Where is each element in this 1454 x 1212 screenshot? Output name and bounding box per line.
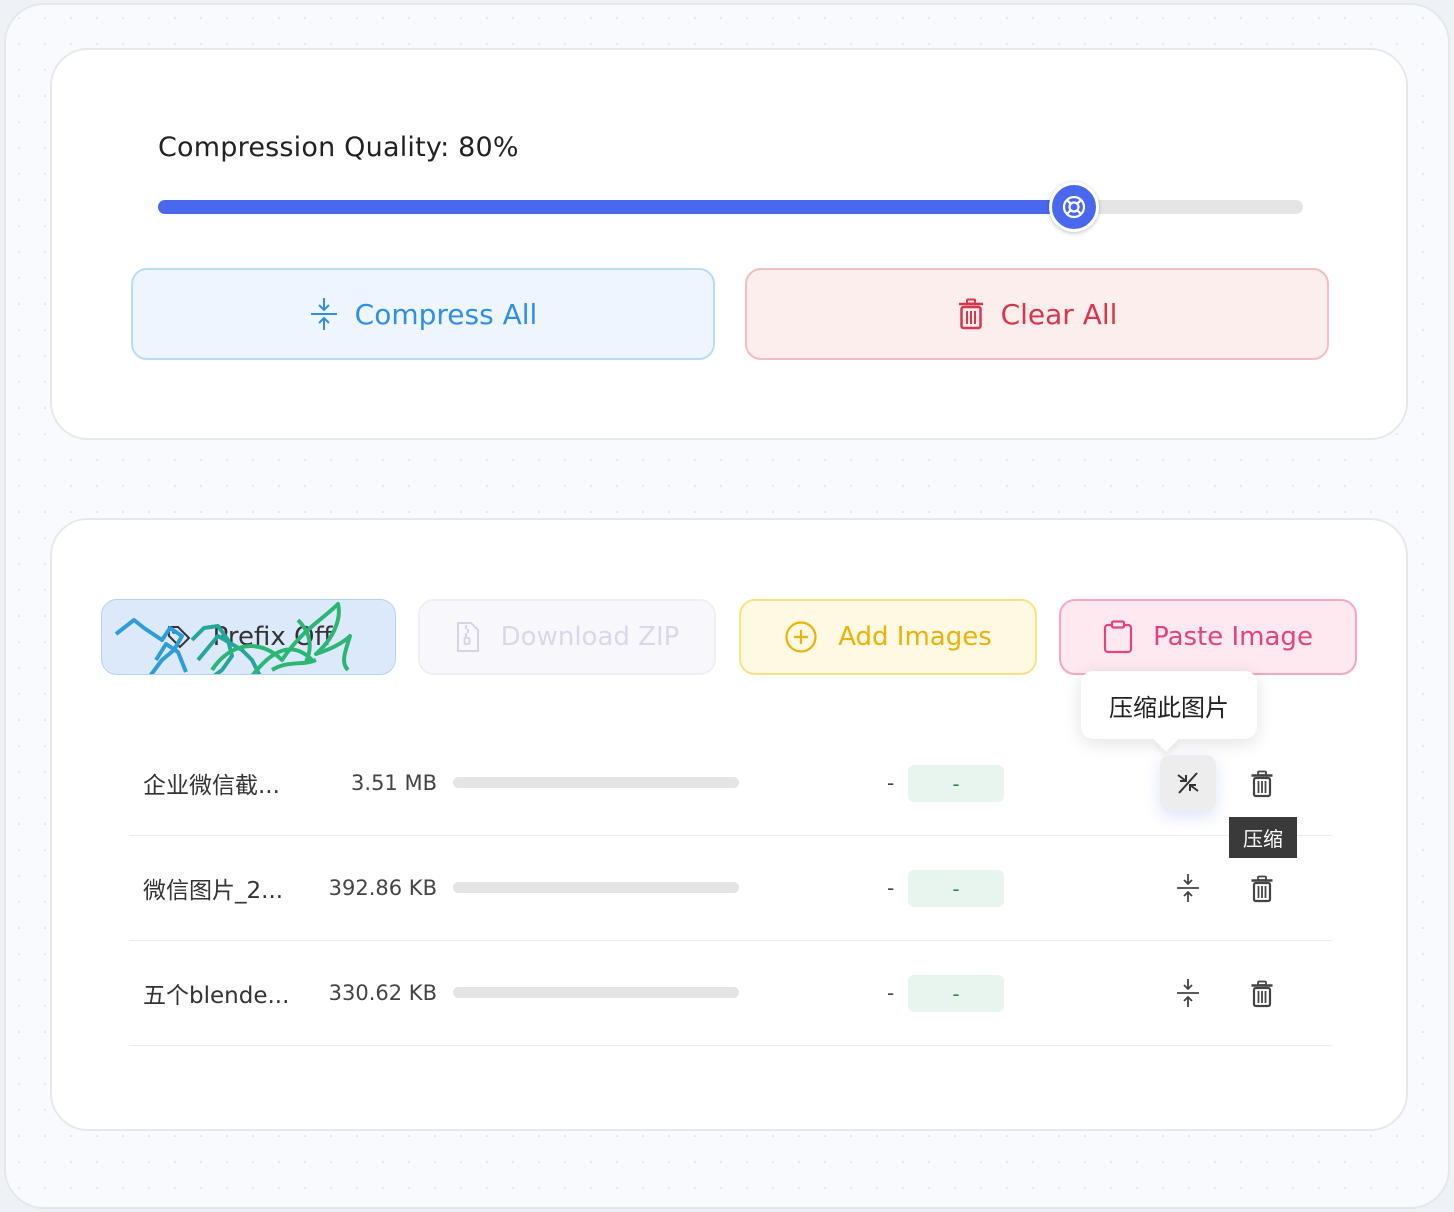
progress-bar: [453, 777, 739, 788]
zip-file-icon: [456, 622, 479, 652]
clear-all-label: Clear All: [1000, 297, 1118, 331]
compress-arrows-icon: [1177, 979, 1199, 1007]
slider-thumb[interactable]: [1049, 182, 1099, 232]
download-zip-label: Download ZIP: [500, 622, 680, 652]
download-zip-button[interactable]: Download ZIP: [418, 599, 716, 675]
file-size: 3.51 MB: [351, 771, 437, 795]
compress-arrows-icon: [1177, 874, 1199, 902]
row-delete-button[interactable]: [1239, 759, 1285, 809]
trash-icon: [1251, 980, 1273, 1008]
prefix-toggle-button[interactable]: Prefix Off: [101, 599, 396, 675]
quality-label: Compression Quality: 80%: [158, 132, 519, 163]
prefix-label: Prefix Off: [212, 622, 333, 652]
file-size: 330.62 KB: [328, 981, 437, 1005]
file-row: 五个blende... 330.62 KB - -: [129, 941, 1332, 1046]
add-images-label: Add Images: [838, 622, 992, 652]
ratio-badge: -: [908, 765, 1004, 802]
row-compress-button[interactable]: [1160, 860, 1216, 916]
files-card: Prefix Off Download ZIP Add Images Paste…: [50, 518, 1408, 1131]
trash-icon: [958, 298, 983, 330]
file-size: 392.86 KB: [328, 876, 437, 900]
compressed-size: -: [887, 876, 895, 900]
add-images-button[interactable]: Add Images: [739, 599, 1037, 675]
row-compress-button[interactable]: [1160, 755, 1216, 811]
compressed-size: -: [887, 771, 895, 795]
ratio-badge: -: [908, 975, 1004, 1012]
file-row: 微信图片_2... 392.86 KB - -: [129, 836, 1332, 941]
plus-circle-icon: [785, 621, 817, 653]
ratio-badge: -: [908, 870, 1004, 907]
compressed-size: -: [887, 981, 895, 1005]
trash-icon: [1251, 770, 1273, 798]
progress-bar: [453, 987, 739, 998]
file-name: 微信图片_2...: [143, 878, 284, 904]
trash-icon: [1251, 875, 1273, 903]
clear-all-button[interactable]: Clear All: [745, 268, 1329, 360]
slider-fill: [158, 200, 1074, 214]
row-compress-button[interactable]: [1160, 965, 1216, 1021]
compress-tooltip: 压缩: [1229, 817, 1297, 858]
paste-image-button[interactable]: Paste Image: [1059, 599, 1357, 675]
lifebuoy-icon: [1062, 195, 1086, 219]
compress-image-tooltip: 压缩此图片: [1081, 671, 1257, 739]
tag-icon: [167, 626, 191, 649]
compress-arrows-icon: [310, 298, 337, 330]
row-delete-button[interactable]: [1239, 969, 1285, 1019]
settings-card: Compression Quality: 80% Compress All Cl…: [50, 48, 1408, 440]
file-row: 企业微信截... 3.51 MB - -: [129, 731, 1332, 836]
row-delete-button[interactable]: [1239, 864, 1285, 914]
compress-all-label: Compress All: [354, 297, 538, 331]
progress-bar: [453, 882, 739, 893]
file-name: 企业微信截...: [143, 773, 280, 799]
paste-image-label: Paste Image: [1153, 622, 1313, 652]
quality-slider[interactable]: [158, 182, 1303, 232]
file-name: 五个blende...: [143, 983, 290, 1009]
compress-arrows-icon: [1177, 772, 1199, 794]
clipboard-icon: [1103, 620, 1133, 654]
app-shell: Compression Quality: 80% Compress All Cl…: [4, 3, 1450, 1209]
compress-all-button[interactable]: Compress All: [131, 268, 715, 360]
